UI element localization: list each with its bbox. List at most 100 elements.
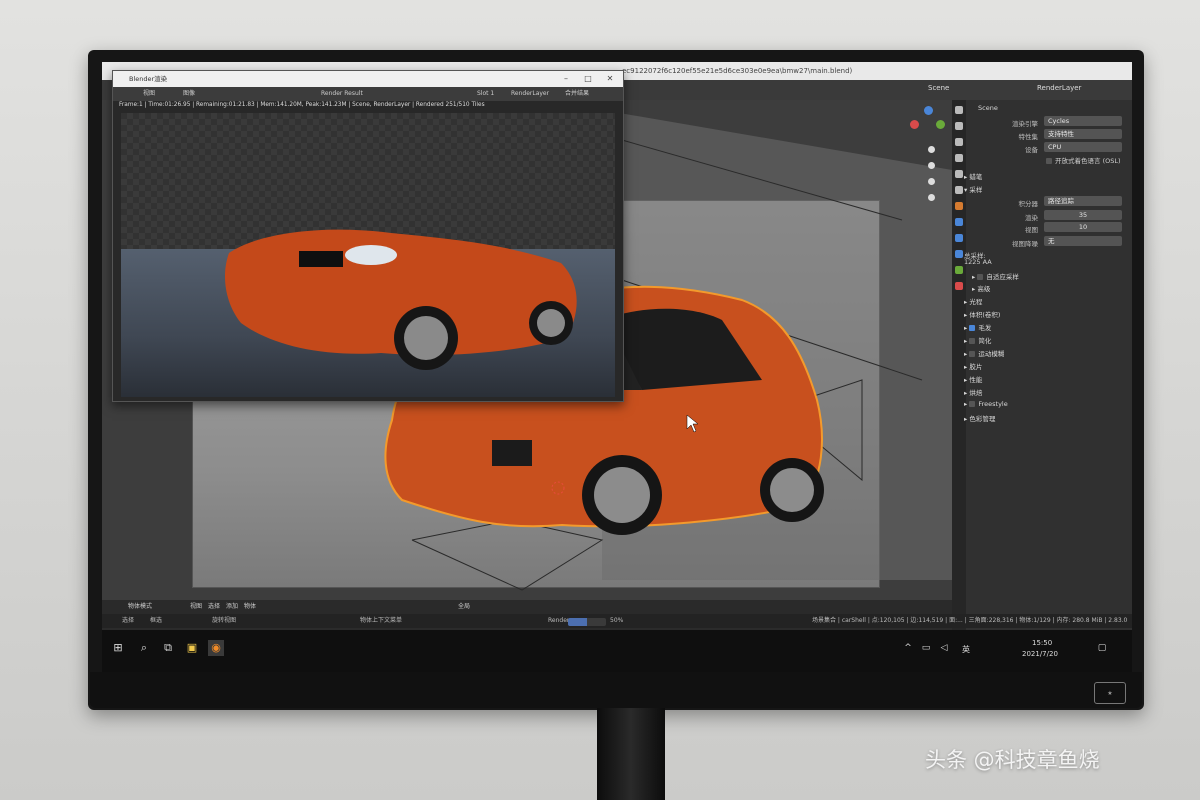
camera-wireframe: [411, 519, 604, 591]
section-grease[interactable]: ▸ 蜡笔: [964, 171, 982, 181]
clock-time[interactable]: 15:50: [1032, 639, 1052, 647]
menu-image[interactable]: 图像: [183, 87, 195, 101]
file-explorer-icon[interactable]: ▣: [184, 640, 200, 656]
navigation-gizmo[interactable]: [902, 100, 952, 230]
volumes-label: 体积(卷积): [969, 311, 1001, 319]
menu-view[interactable]: 视图: [143, 87, 155, 101]
task-view-icon[interactable]: ⧉: [160, 640, 176, 656]
maximize-button[interactable]: □: [577, 71, 599, 87]
gizmo-y-icon[interactable]: [936, 120, 945, 129]
denoise-label: 视图降噪: [1012, 240, 1038, 248]
monitor-screen: ec9122072f6c120ef55e21e5d6ce303e0e9ea\bm…: [102, 62, 1132, 672]
composite-select[interactable]: 合并结果: [565, 87, 589, 101]
feature-set-select[interactable]: 支持特性: [1044, 129, 1122, 139]
adaptive-sampling[interactable]: ▸ 自适应采样: [972, 271, 1019, 281]
ortho-grid-icon[interactable]: [928, 194, 935, 201]
scene-selector[interactable]: Scene: [928, 84, 949, 92]
viewport-header-bottom: 物体模式 视图 选择 添加 物体 全局: [102, 600, 952, 614]
menu-select-vp[interactable]: 选择: [208, 600, 220, 614]
simplify-label: 简化: [978, 337, 992, 345]
status-progress-text: 50%: [610, 617, 624, 624]
status-scene-stats: 场景集合 | carShell | 点:120,105 | 边:114,519 …: [812, 617, 1128, 624]
search-icon[interactable]: ⌕: [136, 640, 152, 656]
render-layer-selector[interactable]: RenderLayer: [1037, 84, 1081, 92]
viewport-samples-field[interactable]: 10: [1044, 222, 1122, 232]
section-motion-blur[interactable]: ▸ 运动模糊: [964, 348, 1004, 358]
advanced-section[interactable]: ▸ 高级: [972, 283, 990, 293]
render-car-svg: [225, 229, 577, 370]
performance-label: 性能: [969, 376, 983, 384]
render-window[interactable]: Blender渲染 – □ ✕ 视图 图像 Render Result Slot…: [112, 70, 624, 402]
front-rim: [594, 467, 650, 523]
gizmo-z-icon[interactable]: [924, 106, 933, 115]
ime-indicator[interactable]: 英: [962, 644, 970, 655]
section-performance[interactable]: ▸ 性能: [964, 374, 982, 384]
section-light-paths[interactable]: ▸ 光程: [964, 296, 982, 306]
menu-object-vp[interactable]: 物体: [244, 600, 256, 614]
color-management-label: 色彩管理: [969, 415, 996, 423]
bake-label: 烘焙: [969, 389, 983, 397]
zoom-icon[interactable]: [928, 146, 935, 153]
render-menubar: 视图 图像 Render Result Slot 1 RenderLayer 合…: [113, 87, 623, 101]
clock-date[interactable]: 2021/7/20: [1022, 650, 1058, 658]
slot-select[interactable]: Slot 1: [477, 87, 494, 101]
action-center-icon[interactable]: ▢: [1094, 640, 1110, 656]
camera-view-icon[interactable]: [928, 178, 935, 185]
status-render-label: Render: [548, 617, 570, 624]
render-engine-label: 渲染引擎: [1012, 120, 1038, 128]
osl-checkbox[interactable]: 开放式着色语言 (OSL): [1046, 155, 1121, 165]
blender-app-icon[interactable]: ◉: [208, 640, 224, 656]
render-engine-select[interactable]: Cycles: [1044, 116, 1122, 126]
minimize-button[interactable]: –: [555, 71, 577, 87]
integrator-label: 积分器: [1018, 200, 1039, 208]
status-context-menu: 物体上下文菜单: [360, 617, 403, 624]
notification-chevron-icon[interactable]: ^: [900, 640, 916, 656]
transform-orientation-select[interactable]: 全局: [458, 600, 470, 614]
denoise-select[interactable]: 无: [1044, 236, 1122, 246]
scene-name: Scene: [978, 104, 998, 112]
mode-select[interactable]: 物体模式: [128, 600, 152, 614]
integrator-select[interactable]: 路径追踪: [1044, 196, 1122, 206]
close-button[interactable]: ✕: [599, 71, 621, 87]
render-samples-field[interactable]: 35: [1044, 210, 1122, 220]
motion-blur-label: 运动模糊: [978, 350, 1005, 358]
render-samples-label: 渲染: [1025, 214, 1038, 222]
section-bake[interactable]: ▸ 烘焙: [964, 387, 982, 397]
section-hair[interactable]: ▸ 毛发: [964, 322, 991, 332]
monitor-stand: [597, 708, 665, 800]
film-label: 胶片: [969, 363, 983, 371]
windows-start-icon[interactable]: ⊞: [110, 640, 126, 656]
total-samples-value: 1225 AA: [964, 258, 992, 266]
gizmo-x-icon[interactable]: [910, 120, 919, 129]
section-freestyle[interactable]: ▸ Freestyle: [964, 400, 1008, 408]
properties-content: Scene 渲染引擎 Cycles 特性集 支持特性 设备 CPU 开放式着色语…: [952, 100, 1132, 672]
render-front-rim: [404, 316, 448, 360]
image-name-field[interactable]: Render Result: [321, 87, 363, 101]
status-box-select: 框选: [150, 617, 163, 624]
hair-label: 毛发: [978, 324, 992, 332]
section-simplify[interactable]: ▸ 简化: [964, 335, 991, 345]
volume-icon[interactable]: ◁: [936, 640, 952, 656]
render-headlight: [345, 245, 397, 265]
pan-hand-icon[interactable]: [928, 162, 935, 169]
render-progress-bar: [568, 618, 606, 626]
freestyle-label: Freestyle: [978, 400, 1008, 408]
section-volumes[interactable]: ▸ 体积(卷积): [964, 309, 1000, 319]
menu-view-vp[interactable]: 视图: [190, 600, 202, 614]
menu-add-vp[interactable]: 添加: [226, 600, 238, 614]
section-film[interactable]: ▸ 胶片: [964, 361, 982, 371]
render-canvas: [121, 113, 615, 397]
layer-select[interactable]: RenderLayer: [511, 87, 549, 101]
section-color-management[interactable]: ▸ 色彩管理: [964, 413, 995, 423]
section-sampling[interactable]: ▾ 采样: [964, 184, 982, 194]
render-kidney-grille: [299, 251, 343, 267]
device-select[interactable]: CPU: [1044, 142, 1122, 152]
network-icon[interactable]: ▭: [918, 640, 934, 656]
render-progress-fill: [568, 618, 587, 626]
osl-label: 开放式着色语言 (OSL): [1055, 157, 1121, 165]
section-grease-label: 蜡笔: [969, 173, 983, 181]
advanced-label: 高级: [977, 285, 991, 293]
windows-taskbar: ⊞ ⌕ ⧉ ▣ ◉ ^ ▭ ◁ 英 15:50 2021/7/20 ▢: [102, 630, 1132, 672]
monitor-chin: [90, 672, 1142, 708]
watermark: 头条 @科技章鱼烧: [925, 748, 1100, 772]
